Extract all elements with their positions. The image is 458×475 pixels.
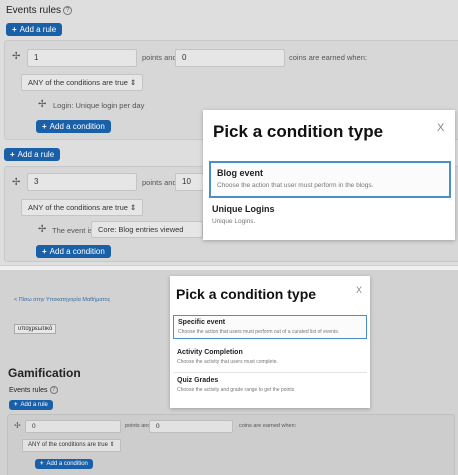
pick-condition-modal: Pick a condition type X Blog event Choos… bbox=[203, 110, 455, 240]
points-input[interactable]: 1 bbox=[27, 49, 137, 67]
add-rule-label: Add a rule bbox=[19, 25, 57, 34]
option-activity-completion[interactable]: Activity Completion Choose the activity … bbox=[173, 346, 367, 368]
points-and-label: points and bbox=[142, 53, 177, 62]
add-rule-button[interactable]: + Add a rule bbox=[4, 148, 61, 161]
move-handle-icon[interactable]: ✢ bbox=[14, 421, 21, 430]
move-handle-icon[interactable]: ✢ bbox=[38, 224, 46, 235]
option-description: Choose the activity that users must comp… bbox=[177, 359, 278, 365]
option-blog-event[interactable]: Blog event Choose the action that user m… bbox=[209, 161, 451, 198]
points-and-label: points and bbox=[142, 178, 177, 187]
add-rule-button[interactable]: + Add a rule bbox=[6, 23, 63, 36]
events-rules-label: Events rules bbox=[9, 387, 48, 394]
plus-icon: + bbox=[42, 122, 47, 131]
modal-title: Pick a condition type bbox=[176, 286, 317, 302]
plus-icon: + bbox=[40, 461, 44, 467]
conditions-select[interactable]: ANY of the conditions are true ⇕ bbox=[21, 199, 144, 216]
option-description: Unique Logins. bbox=[212, 218, 256, 225]
coins-input[interactable]: 0 bbox=[149, 420, 233, 433]
add-rule-button[interactable]: + Add a rule bbox=[9, 400, 53, 410]
conditions-select-value: ANY of the conditions are true bbox=[28, 442, 108, 448]
coins-earned-label: coins are earned when: bbox=[239, 423, 297, 429]
select-arrows-icon: ⇕ bbox=[109, 442, 115, 448]
option-quiz-grades[interactable]: Quiz Grades Choose the activity and grad… bbox=[173, 374, 367, 396]
add-condition-button[interactable]: + Add a condition bbox=[36, 245, 111, 258]
conditions-select[interactable]: ANY of the conditions are true ⇕ bbox=[22, 439, 121, 452]
add-condition-label: Add a condition bbox=[49, 247, 105, 256]
event-select-value: Core: Blog entries viewed bbox=[98, 225, 184, 234]
option-description: Choose the action that users must perfor… bbox=[178, 329, 340, 335]
option-unique-logins[interactable]: Unique Logins Unique Logins. bbox=[212, 204, 448, 225]
condition-login-unique: Login: Unique login per day bbox=[53, 101, 145, 110]
points-input[interactable]: 3 bbox=[27, 173, 137, 191]
required-tag: υποχρεωτικό bbox=[14, 324, 57, 334]
plus-icon: + bbox=[10, 150, 15, 159]
move-handle-icon[interactable]: ✢ bbox=[12, 177, 20, 188]
rule-card: ✢ 0 points and 0 coins are earned when: … bbox=[7, 414, 455, 475]
move-handle-icon[interactable]: ✢ bbox=[12, 51, 20, 62]
plus-icon: + bbox=[14, 402, 18, 408]
add-condition-button[interactable]: + Add a condition bbox=[35, 459, 93, 469]
option-title: Specific event bbox=[178, 319, 226, 326]
add-condition-button[interactable]: + Add a condition bbox=[36, 120, 111, 133]
add-condition-label: Add a condition bbox=[46, 461, 88, 467]
close-icon[interactable]: X bbox=[356, 285, 362, 295]
events-rules-label: Events rules bbox=[6, 5, 62, 16]
option-title: Activity Completion bbox=[177, 349, 243, 356]
option-description: Choose the activity and grade range to g… bbox=[177, 387, 295, 393]
help-icon[interactable]: ? bbox=[63, 6, 73, 15]
pick-condition-modal: Pick a condition type X Specific event C… bbox=[170, 276, 370, 408]
event-is-label: The event is bbox=[52, 226, 93, 235]
option-description: Choose the action that user must perform… bbox=[217, 182, 374, 189]
coins-earned-label: coins are earned when: bbox=[289, 53, 367, 62]
option-separator bbox=[173, 372, 367, 373]
add-condition-label: Add a condition bbox=[49, 122, 105, 131]
select-arrows-icon: ⇕ bbox=[130, 203, 137, 212]
help-icon[interactable]: ? bbox=[49, 386, 58, 394]
points-input[interactable]: 0 bbox=[25, 420, 121, 433]
conditions-select-value: ANY of the conditions are true bbox=[28, 203, 128, 212]
add-rule-label: Add a rule bbox=[20, 402, 48, 408]
add-rule-label: Add a rule bbox=[17, 150, 55, 159]
conditions-select[interactable]: ANY of the conditions are true ⇕ bbox=[21, 74, 144, 91]
option-title: Blog event bbox=[217, 168, 264, 178]
events-rules-heading: Events rules? bbox=[6, 5, 73, 16]
select-arrows-icon: ⇕ bbox=[130, 78, 137, 87]
conditions-select-value: ANY of the conditions are true bbox=[28, 78, 128, 87]
option-title: Quiz Grades bbox=[177, 377, 219, 384]
modal-title: Pick a condition type bbox=[213, 122, 384, 141]
option-title: Unique Logins bbox=[212, 204, 275, 214]
coins-input[interactable]: 0 bbox=[175, 49, 285, 67]
event-select[interactable]: Core: Blog entries viewed bbox=[91, 221, 203, 238]
events-rules-heading: Events rules? bbox=[9, 386, 58, 394]
plus-icon: + bbox=[42, 247, 47, 256]
page-title: Gamification bbox=[8, 366, 81, 380]
plus-icon: + bbox=[12, 25, 17, 34]
back-to-category-link[interactable]: < Πίσω στην Υποκατηγορία Μαθήματος bbox=[14, 297, 110, 303]
option-specific-event[interactable]: Specific event Choose the action that us… bbox=[173, 315, 367, 339]
points-and-label: points and bbox=[125, 423, 151, 429]
move-handle-icon[interactable]: ✢ bbox=[38, 99, 46, 110]
close-icon[interactable]: X bbox=[437, 122, 444, 134]
